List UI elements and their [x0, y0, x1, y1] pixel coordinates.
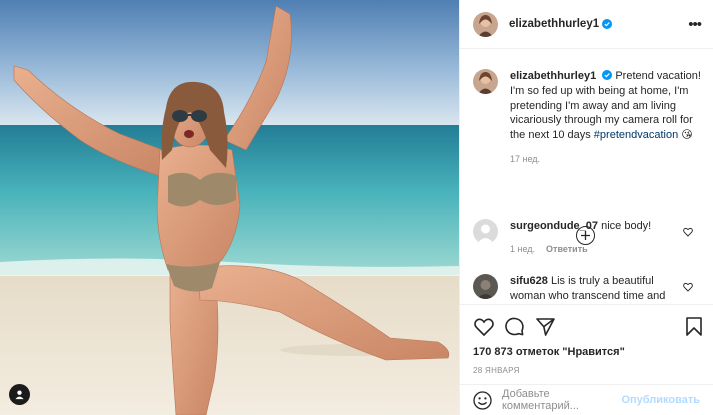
comment-bubble-icon — [505, 317, 524, 336]
add-comment-bar: Добавьте комментарий... Опубликовать — [460, 384, 713, 415]
comment-item: sifu628 Lis is truly a beautiful woman w… — [473, 274, 703, 304]
post-side-panel: elizabethhurley1 ••• elizabethhurley1 Pr… — [459, 0, 713, 415]
comment-time[interactable]: 1 нед. — [510, 242, 535, 257]
comment-input[interactable]: Добавьте комментарий... — [502, 388, 621, 412]
paper-plane-icon — [536, 317, 555, 336]
publish-button[interactable]: Опубликовать — [621, 394, 700, 406]
post-header: elizabethhurley1 ••• — [460, 0, 713, 49]
comments-list: elizabethhurley1 Pretend vacation! I'm s… — [460, 49, 713, 304]
author-username[interactable]: elizabethhurley1 — [509, 18, 599, 30]
share-button[interactable] — [535, 316, 556, 337]
comment-button[interactable] — [504, 316, 525, 337]
post-caption: elizabethhurley1 Pretend vacation! I'm s… — [473, 69, 703, 167]
post-date[interactable]: 28 ЯНВАРЯ — [473, 366, 520, 375]
author-avatar[interactable] — [473, 11, 498, 37]
comment-username[interactable]: surgeondude_07 — [510, 220, 598, 232]
person-icon — [15, 390, 24, 400]
caption-emoji: 😘 — [681, 129, 693, 142]
emoji-icon[interactable] — [473, 390, 492, 410]
verified-badge-icon — [602, 70, 613, 80]
commenter-avatar[interactable] — [473, 274, 498, 299]
save-button[interactable] — [683, 316, 704, 337]
caption-username[interactable]: elizabethhurley1 — [510, 70, 596, 82]
post-photo[interactable] — [0, 0, 459, 415]
like-comment-heart-icon[interactable] — [683, 282, 693, 292]
bookmark-icon — [685, 317, 702, 336]
tagged-people-button[interactable] — [9, 384, 30, 405]
like-comment-heart-icon[interactable] — [683, 227, 693, 237]
reply-button[interactable]: Ответить — [546, 242, 588, 257]
like-button[interactable] — [473, 316, 494, 337]
caption-avatar[interactable] — [473, 69, 498, 94]
likes-count[interactable]: 170 873 отметок "Нравится" — [473, 346, 625, 358]
post-dialog: elizabethhurley1 ••• elizabethhurley1 Pr… — [0, 0, 713, 415]
heart-icon — [473, 318, 494, 336]
more-options-icon[interactable]: ••• — [688, 17, 702, 32]
comment-item: surgeondude_07 nice body! 1 нед. Ответит… — [473, 219, 703, 257]
caption-hashtag[interactable]: #pretendvacation — [594, 129, 678, 141]
commenter-avatar[interactable] — [473, 219, 498, 244]
comment-username[interactable]: sifu628 — [510, 275, 548, 287]
comment-text: nice body! — [601, 220, 652, 232]
verified-badge-icon — [602, 19, 613, 29]
caption-time[interactable]: 17 нед. — [510, 152, 703, 167]
beach-photo — [0, 0, 459, 415]
post-actions: 170 873 отметок "Нравится" 28 ЯНВАРЯ — [460, 304, 713, 384]
